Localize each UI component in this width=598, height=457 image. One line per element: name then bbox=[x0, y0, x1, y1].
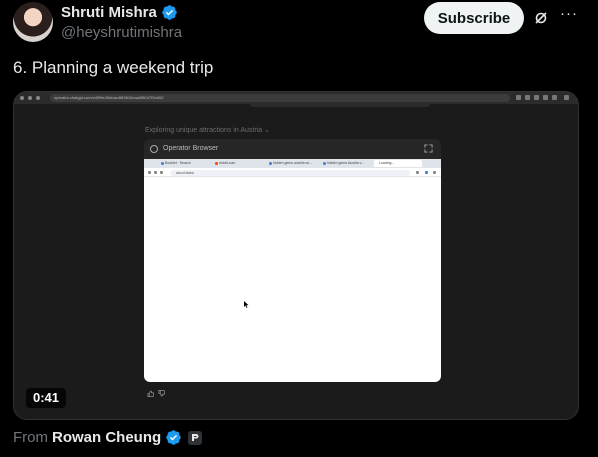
extension-icon bbox=[552, 95, 557, 100]
profile-icon bbox=[425, 171, 428, 174]
tab-favicon-icon bbox=[161, 162, 164, 165]
from-attribution: From Rowan Cheung bbox=[13, 429, 203, 446]
forward-icon bbox=[28, 96, 32, 100]
thumbs-down-icon bbox=[158, 390, 165, 397]
tab: hidden gems austria wi... bbox=[268, 160, 322, 167]
recorded-url: operator.chatgpt.com/c/0f9fe43ebac4f8381… bbox=[50, 94, 510, 102]
operator-header: Operator Browser bbox=[144, 139, 441, 159]
back-icon bbox=[148, 171, 151, 174]
reload-icon bbox=[36, 96, 40, 100]
reload-icon bbox=[160, 171, 163, 174]
tab-favicon-icon bbox=[215, 162, 218, 165]
tab-label: Booklet · Search bbox=[165, 161, 191, 165]
tab: hidden gems Austria v... bbox=[322, 160, 372, 167]
verified-badge-icon bbox=[162, 5, 177, 20]
recorded-browser-toolbar: operator.chatgpt.com/c/0f9fe43ebac4f8381… bbox=[14, 92, 578, 104]
profile-icon bbox=[564, 95, 569, 100]
more-options-icon[interactable]: ··· bbox=[560, 6, 578, 26]
tab-favicon-icon bbox=[323, 162, 326, 165]
tab-label: hidden gems Austria v... bbox=[327, 161, 365, 165]
extension-icon bbox=[525, 95, 530, 100]
video-duration: 0:41 bbox=[26, 388, 67, 408]
mouse-cursor-icon bbox=[244, 301, 249, 308]
verified-badge-icon bbox=[166, 430, 181, 445]
avatar[interactable] bbox=[13, 2, 53, 42]
author-display-name[interactable]: Shruti Mishra bbox=[61, 4, 157, 21]
tab-favicon-icon bbox=[269, 162, 272, 165]
blank-page bbox=[144, 177, 441, 382]
forward-icon bbox=[154, 171, 157, 174]
extension-icon bbox=[543, 95, 548, 100]
tab-label: reddit.com bbox=[219, 161, 236, 165]
affiliate-badge-icon[interactable] bbox=[188, 430, 203, 445]
back-icon bbox=[20, 96, 24, 100]
extension-icon bbox=[516, 95, 521, 100]
toolbar-notch bbox=[250, 104, 430, 107]
thumbs-up-icon bbox=[147, 390, 154, 397]
menu-icon bbox=[433, 171, 436, 174]
from-author-name[interactable]: Rowan Cheung bbox=[52, 429, 161, 446]
tab: reddit.com bbox=[214, 160, 266, 167]
expand-icon bbox=[424, 144, 433, 153]
tab-active: Loading... bbox=[374, 160, 422, 167]
operator-title: Operator Browser bbox=[163, 145, 219, 152]
address-bar: about:blank bbox=[170, 169, 410, 176]
tab-strip: Booklet · Search reddit.com hidden gems … bbox=[144, 159, 441, 168]
operator-browser-window: Operator Browser Booklet · Search reddit… bbox=[144, 139, 441, 382]
globe-icon bbox=[150, 145, 158, 153]
tab-label: hidden gems austria wi... bbox=[273, 161, 312, 165]
address-row: about:blank bbox=[144, 168, 441, 177]
subscribe-button[interactable]: Subscribe bbox=[424, 2, 524, 34]
grok-icon[interactable] bbox=[533, 10, 549, 26]
tab: Booklet · Search bbox=[160, 160, 208, 167]
tweet-text: 6. Planning a weekend trip bbox=[13, 58, 214, 77]
author-handle[interactable]: @heyshrutimishra bbox=[61, 24, 182, 41]
from-label: From bbox=[13, 429, 48, 446]
extension-icon bbox=[534, 95, 539, 100]
video-player[interactable]: operator.chatgpt.com/c/0f9fe43ebac4f8381… bbox=[13, 91, 579, 420]
tab-label: Loading... bbox=[379, 161, 395, 165]
author-name-row: Shruti Mishra bbox=[61, 4, 178, 21]
extension-icon bbox=[416, 171, 419, 174]
task-subtitle: Exploring unique attractions in Austria … bbox=[145, 127, 270, 134]
